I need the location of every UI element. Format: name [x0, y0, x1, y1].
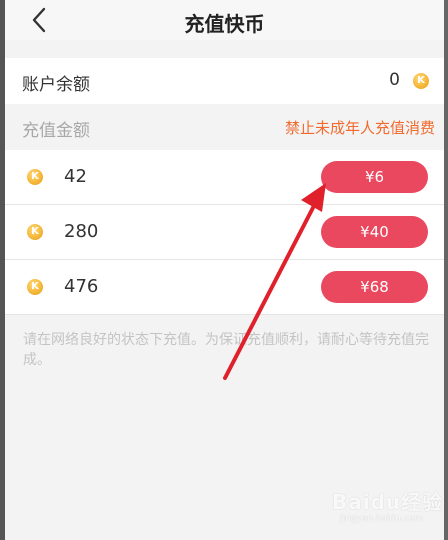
package-row-280: K 280 ¥40 — [5, 205, 444, 260]
price-button-6[interactable]: ¥6 — [321, 161, 428, 193]
watermark-logo: Baidu经验 — [332, 490, 444, 514]
package-amount: 476 — [64, 276, 99, 297]
price-button-40[interactable]: ¥40 — [321, 216, 428, 248]
minor-warning: 禁止未成年人充值消费 — [284, 119, 435, 137]
package-list: K 42 ¥6 K 280 ¥40 K 476 ¥68 — [5, 150, 444, 315]
balance-row: 账户余额 0 K — [5, 58, 444, 104]
coin-icon: K — [27, 224, 43, 240]
recharge-amount-label: 充值金额 — [22, 121, 90, 141]
balance-value: 0 — [389, 70, 400, 90]
package-row-42: K 42 ¥6 — [5, 150, 444, 205]
coin-icon: K — [413, 73, 429, 89]
package-row-476: K 476 ¥68 — [5, 260, 444, 315]
price-button-68[interactable]: ¥68 — [321, 271, 428, 303]
nav-bar: 充值快币 — [5, 0, 444, 40]
window-edge-right — [444, 0, 448, 540]
coin-icon: K — [27, 169, 43, 185]
package-amount: 280 — [64, 221, 99, 242]
coin-icon: K — [27, 279, 43, 295]
recharge-tip: 请在网络良好的状态下充值。为保证充值顺利，请耐心等待充值完成。 — [23, 332, 429, 368]
package-amount: 42 — [64, 166, 87, 187]
watermark-url: jingyan.baidu.com — [340, 514, 424, 524]
page-title: 充值快币 — [184, 12, 265, 36]
balance-label: 账户余额 — [22, 75, 90, 95]
recharge-section-header: 充值金额 禁止未成年人充值消费 — [5, 104, 444, 150]
